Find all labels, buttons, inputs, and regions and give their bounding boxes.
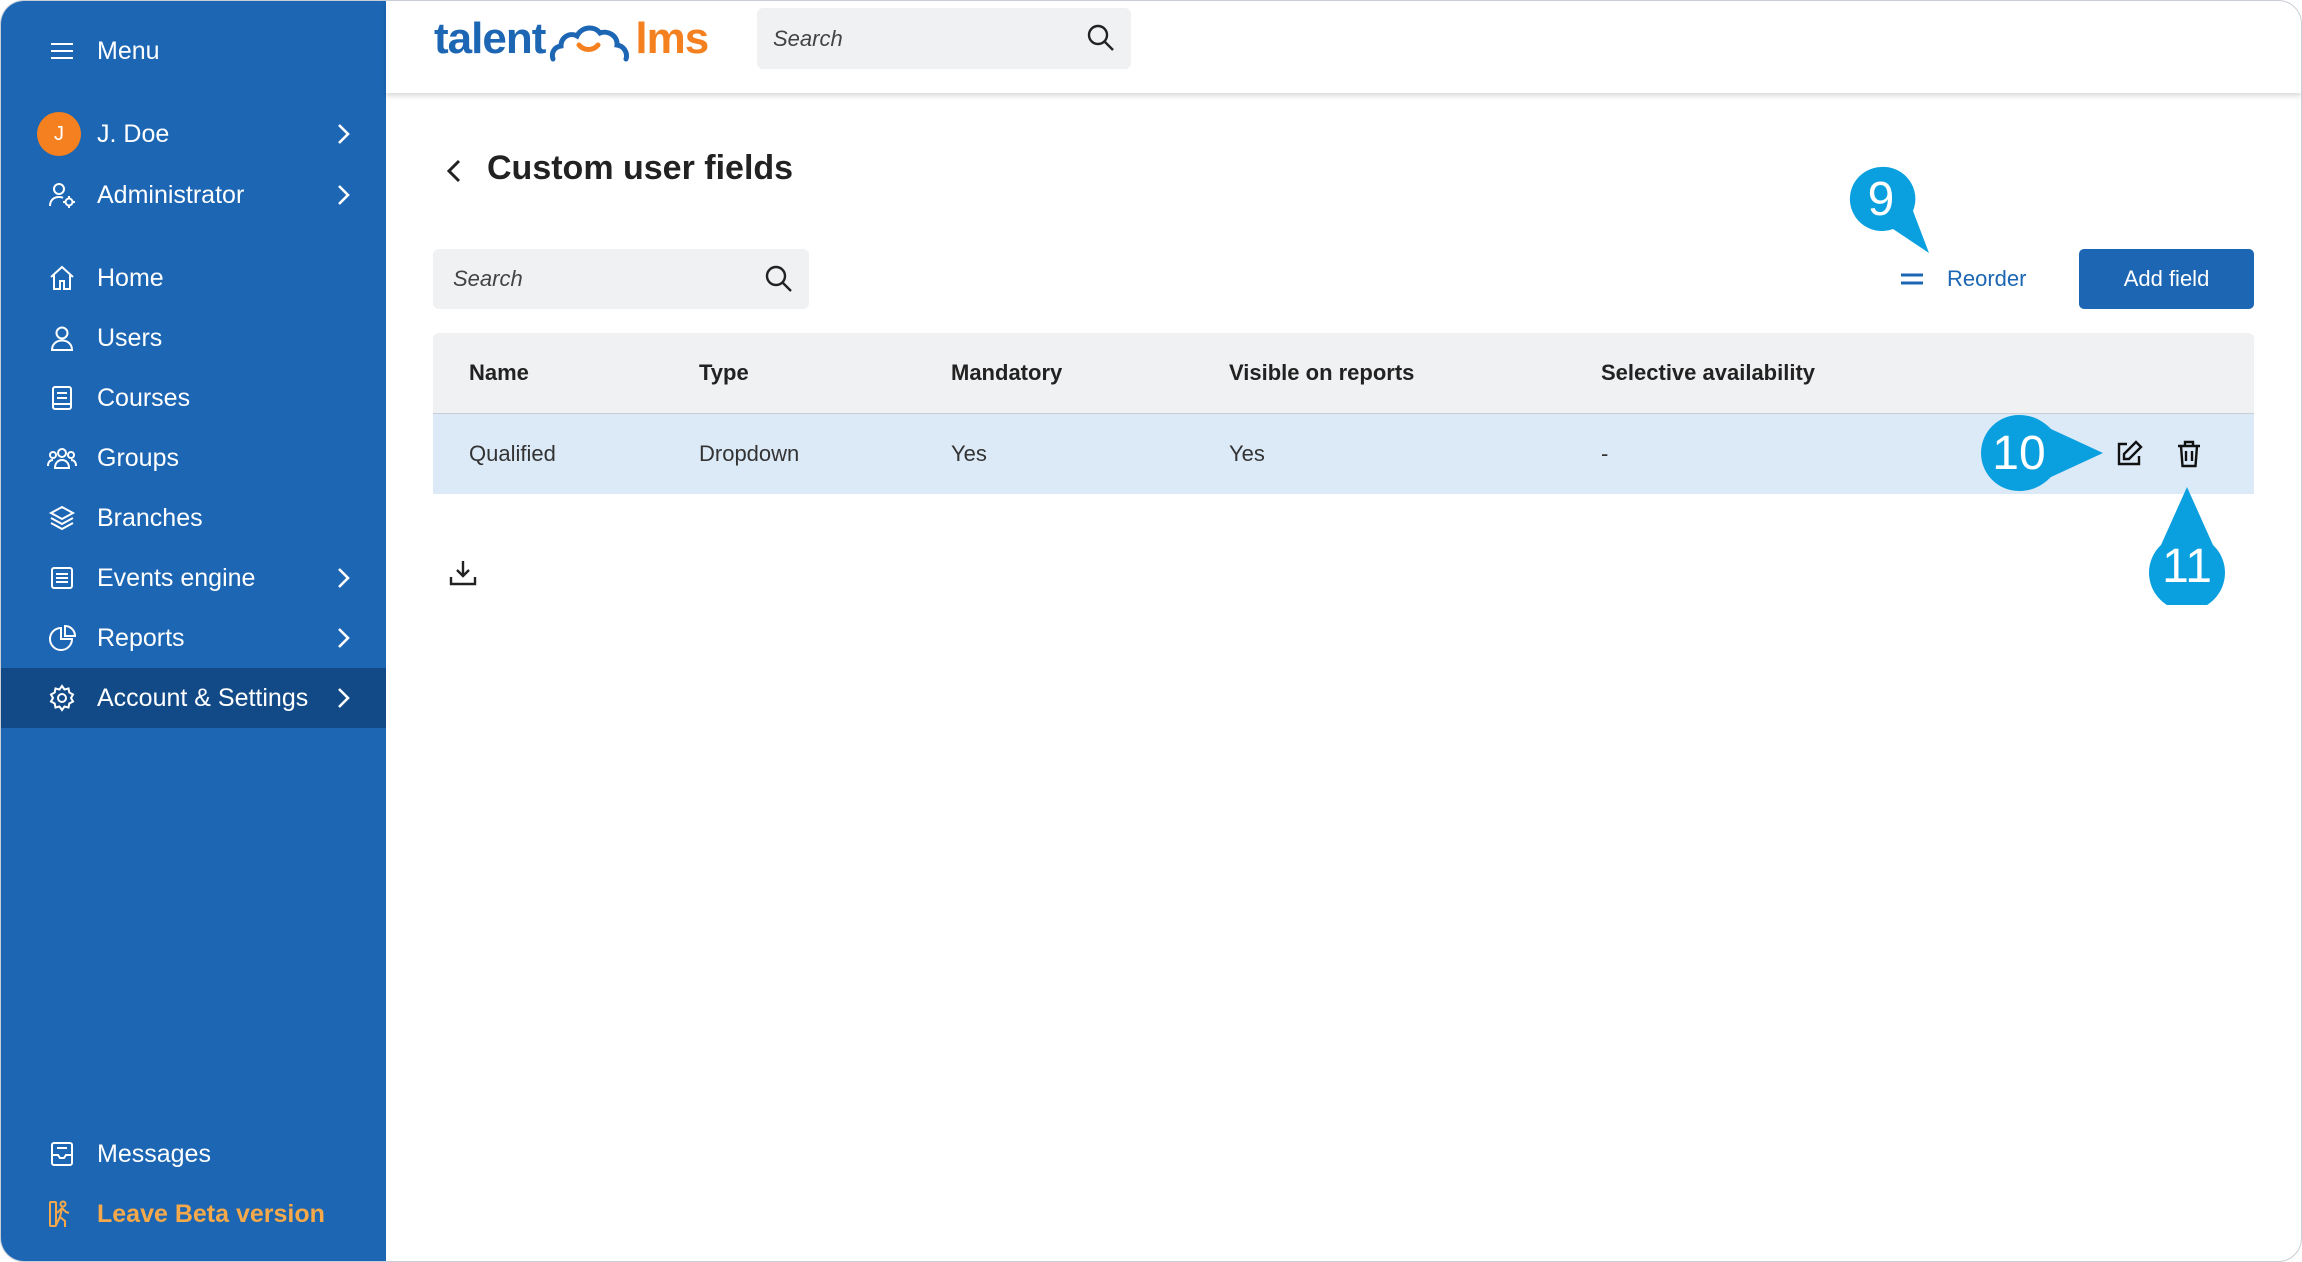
cell-type: Dropdown [699, 441, 800, 466]
chevron-left-icon [446, 159, 461, 183]
hamburger-icon [47, 36, 77, 66]
cell-mandatory: Yes [951, 441, 987, 466]
trash-icon[interactable] [2173, 438, 2205, 470]
global-search-input[interactable] [771, 24, 1055, 53]
callout-9: 9 [1843, 161, 1943, 261]
reorder-label: Reorder [1947, 266, 2027, 291]
talentlms-logo[interactable]: talent lms [434, 9, 709, 69]
leave-beta-label: Leave Beta version [97, 1199, 325, 1228]
user-name: J. Doe [97, 119, 170, 148]
role-switcher[interactable]: Administrator [1, 165, 386, 225]
sidebar-item-account-settings[interactable]: Account & Settings [1, 668, 386, 728]
chevron-right-icon [330, 121, 356, 147]
column-header-visible-on-reports[interactable]: Visible on reports [1229, 333, 1414, 413]
back-button[interactable] [439, 155, 471, 187]
chevron-right-icon [330, 182, 356, 208]
column-header-selective-availability[interactable]: Selective availability [1601, 333, 1815, 413]
app-window: Menu J J. Doe Administrator Home Users C… [0, 0, 2302, 1262]
sidebar-item-home[interactable]: Home [1, 248, 386, 308]
table-header: Name Type Mandatory Visible on reports S… [433, 333, 2254, 414]
cell-visible-on-reports: Yes [1229, 441, 1265, 466]
search-icon[interactable] [763, 263, 795, 295]
gear-icon [47, 683, 77, 713]
fields-search-input[interactable] [451, 265, 735, 293]
menu-toggle[interactable]: Menu [1, 21, 386, 81]
sidebar-item-groups[interactable]: Groups [1, 428, 386, 488]
user-cog-icon [47, 180, 77, 210]
sidebar-item-users[interactable]: Users [1, 308, 386, 368]
sidebar: Menu J J. Doe Administrator Home Users C… [1, 1, 386, 1261]
book-icon [47, 383, 77, 413]
user-menu[interactable]: J J. Doe [1, 104, 386, 164]
callout-11: 11 [2147, 485, 2227, 605]
sidebar-item-messages[interactable]: Messages [1, 1124, 386, 1184]
add-field-button[interactable]: Add field [2079, 249, 2254, 309]
menu-label: Menu [97, 36, 160, 65]
layers-icon [47, 503, 77, 533]
user-icon [47, 323, 77, 353]
sidebar-item-reports[interactable]: Reports [1, 608, 386, 668]
chevron-right-icon [330, 565, 356, 591]
reorder-button[interactable]: Reorder [1897, 261, 2026, 297]
cell-selective-availability: - [1601, 441, 1609, 466]
sidebar-item-label: Messages [97, 1139, 211, 1168]
page-title: Custom user fields [487, 149, 794, 187]
sidebar-item-label: Groups [97, 443, 179, 472]
events-icon [47, 563, 77, 593]
home-icon [47, 263, 77, 293]
sidebar-item-label: Reports [97, 623, 185, 652]
sidebar-item-label: Courses [97, 383, 191, 412]
pie-chart-icon [47, 623, 77, 653]
sidebar-item-label: Events engine [97, 563, 256, 592]
sidebar-item-label: Account & Settings [97, 683, 309, 712]
messages-icon [47, 1139, 77, 1169]
sidebar-item-label: Users [97, 323, 163, 352]
avatar: J [37, 112, 81, 156]
column-header-type[interactable]: Type [699, 333, 749, 413]
reorder-icon [1901, 273, 1923, 285]
sidebar-item-branches[interactable]: Branches [1, 488, 386, 548]
exit-run-icon [47, 1199, 77, 1229]
global-search [757, 8, 1131, 69]
edit-icon[interactable] [2113, 438, 2145, 470]
column-header-name[interactable]: Name [469, 333, 529, 413]
chevron-right-icon [330, 625, 356, 651]
leave-beta-link[interactable]: Leave Beta version [1, 1184, 386, 1244]
column-header-mandatory[interactable]: Mandatory [951, 333, 1062, 413]
sidebar-item-label: Branches [97, 503, 203, 532]
groups-icon [47, 443, 77, 473]
sidebar-item-events-engine[interactable]: Events engine [1, 548, 386, 608]
fields-search [433, 249, 809, 309]
top-bar: talent lms [386, 1, 2301, 93]
sidebar-item-courses[interactable]: Courses [1, 368, 386, 428]
callout-10: 10 [1981, 413, 2111, 493]
search-icon[interactable] [1085, 22, 1117, 54]
role-label: Administrator [97, 180, 245, 209]
sidebar-item-label: Home [97, 263, 164, 292]
cell-name: Qualified [469, 441, 556, 466]
chevron-right-icon [330, 685, 356, 711]
download-icon[interactable] [447, 557, 479, 589]
cloud-logo-icon [550, 25, 630, 62]
